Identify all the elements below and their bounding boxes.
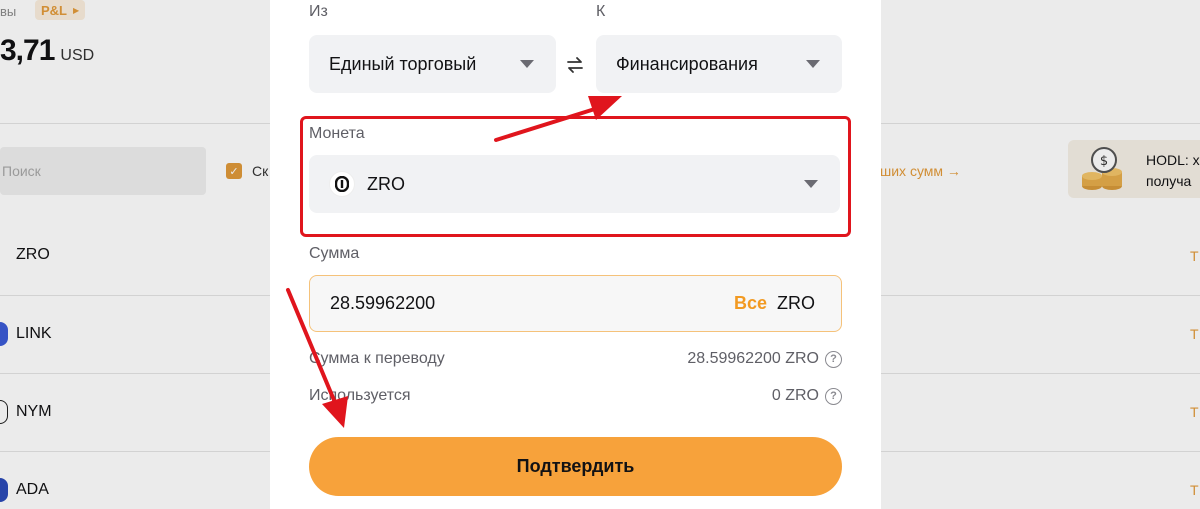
from-account-value: Единый торговый: [329, 53, 477, 74]
amount-unit: ZRO: [777, 293, 815, 313]
help-icon[interactable]: ?: [825, 387, 842, 405]
confirm-button[interactable]: Подтвердить: [309, 437, 842, 496]
used-value: 0 ZRO: [771, 387, 819, 404]
chevron-down-icon: [806, 60, 820, 68]
help-icon[interactable]: ?: [825, 350, 842, 368]
used-label: Используется: [309, 387, 411, 404]
amount-value: 28.59962200: [330, 293, 436, 313]
to-label: К: [596, 3, 606, 20]
max-all-button[interactable]: Все: [734, 293, 767, 314]
transfer-amount-row: Сумма к переводу 28.59962200 ZRO ?: [309, 350, 842, 368]
annotation-highlight-box: [300, 116, 851, 237]
transfer-modal: Из К Единый торговый Финансирования Моне…: [270, 0, 881, 509]
swap-accounts-button[interactable]: [560, 50, 590, 80]
to-account-value: Финансирования: [616, 53, 758, 74]
amount-input[interactable]: 28.59962200 Все ZRO: [309, 275, 842, 332]
chevron-down-icon: [520, 60, 534, 68]
from-account-select[interactable]: Единый торговый: [309, 35, 556, 93]
from-label: Из: [309, 3, 328, 20]
to-account-select[interactable]: Финансирования: [596, 35, 842, 93]
used-amount-row: Используется 0 ZRO ?: [309, 387, 842, 405]
transfer-amount-label: Сумма к переводу: [309, 350, 445, 367]
transfer-amount-value: 28.59962200 ZRO: [687, 350, 819, 367]
swap-icon: [567, 57, 583, 73]
amount-label: Сумма: [309, 245, 360, 262]
